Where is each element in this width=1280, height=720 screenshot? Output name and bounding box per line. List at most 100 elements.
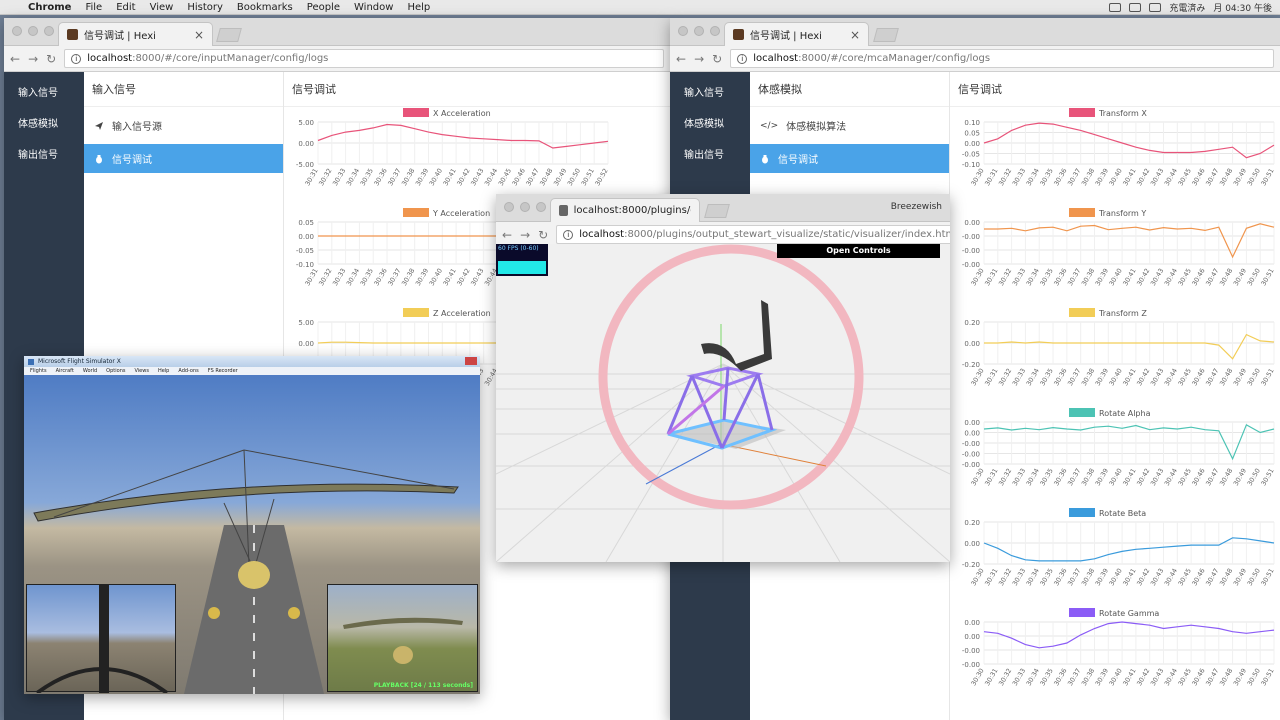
fs-menu-flights[interactable]: Flights bbox=[30, 368, 47, 374]
back-icon[interactable]: ← bbox=[502, 228, 512, 242]
left-toolbar: ← → ↻ i localhost:8000/#/core/inputManag… bbox=[4, 46, 670, 72]
close-tab-icon[interactable]: × bbox=[850, 28, 860, 42]
fs-menu-views[interactable]: Views bbox=[134, 368, 148, 374]
left-address-bar[interactable]: i localhost:8000/#/core/inputManager/con… bbox=[64, 49, 664, 68]
fs-menu-options[interactable]: Options bbox=[106, 368, 125, 374]
chart-rotate-beta: Rotate Beta 0.20 0.00 -0.20 30:30 30:31 30:32 3… bbox=[950, 506, 1280, 605]
legend-swatch bbox=[403, 108, 429, 117]
y-tick-label: -0.05 bbox=[296, 247, 314, 255]
fs-cockpit-view[interactable] bbox=[26, 584, 176, 694]
menu-help[interactable]: Help bbox=[407, 2, 430, 13]
fs-close-button[interactable] bbox=[465, 357, 477, 365]
line-chart: Rotate Gamma0.000.00-0.00-0.0030:3030:31… bbox=[962, 608, 1276, 687]
fs-menu-recorder[interactable]: FS Recorder bbox=[208, 368, 238, 374]
minimize-window-button[interactable] bbox=[520, 202, 530, 212]
fps-meter[interactable]: 60 FPS (0-60) bbox=[496, 244, 548, 276]
nav-item-output[interactable]: 输出信号 bbox=[670, 138, 750, 169]
sub-item-label: 信号调试 bbox=[778, 155, 818, 166]
sub-item-signal-debug[interactable]: 信号调试 bbox=[84, 144, 283, 173]
sub-item-input-source[interactable]: 输入信号源 bbox=[84, 111, 283, 140]
fs-menu-addons[interactable]: Add-ons bbox=[178, 368, 198, 374]
nav-item-output[interactable]: 输出信号 bbox=[4, 138, 84, 169]
info-icon[interactable]: i bbox=[71, 53, 82, 64]
menu-edit[interactable]: Edit bbox=[116, 2, 135, 13]
legend-swatch bbox=[1069, 408, 1095, 417]
new-tab-button[interactable] bbox=[216, 28, 242, 42]
right-titlebar: 信号调试 | Hexi × bbox=[670, 18, 1280, 46]
info-icon[interactable]: i bbox=[737, 53, 748, 64]
info-icon[interactable]: i bbox=[563, 229, 574, 240]
sub-item-signal-debug[interactable]: 信号调试 bbox=[750, 144, 949, 173]
menu-bookmarks[interactable]: Bookmarks bbox=[237, 2, 293, 13]
battery-icon[interactable] bbox=[1149, 2, 1162, 12]
fs-viewport[interactable]: PLAYBACK [24 / 113 seconds] bbox=[24, 375, 480, 694]
menu-history[interactable]: History bbox=[187, 2, 223, 13]
legend-swatch bbox=[403, 308, 429, 317]
reload-icon[interactable]: ↻ bbox=[712, 52, 722, 66]
legend-swatch bbox=[403, 208, 429, 217]
zoom-window-button[interactable] bbox=[536, 202, 546, 212]
right-tab[interactable]: 信号调试 | Hexi × bbox=[724, 22, 869, 46]
zoom-window-button[interactable] bbox=[44, 26, 54, 36]
chart-rotate-gamma: Rotate Gamma 0.00 0.00 -0.00 -0.00 30:30 30:31… bbox=[950, 606, 1280, 705]
menu-people[interactable]: People bbox=[307, 2, 340, 13]
menu-view[interactable]: View bbox=[150, 2, 174, 13]
send-icon bbox=[95, 121, 103, 130]
fs-spot-view[interactable]: PLAYBACK [24 / 113 seconds] bbox=[327, 584, 478, 692]
viz-address-bar[interactable]: i localhost:8000/plugins/output_stewart_… bbox=[556, 225, 950, 244]
close-window-button[interactable] bbox=[504, 202, 514, 212]
status-tray-icon[interactable] bbox=[1109, 2, 1122, 12]
nav-item-motion[interactable]: 体感模拟 bbox=[4, 107, 84, 138]
new-tab-button[interactable] bbox=[873, 28, 899, 42]
stewart-visualizer-canvas[interactable]: 60 FPS (0-60) Open Controls bbox=[496, 244, 950, 562]
x-tick-label: 30:51 bbox=[1259, 567, 1275, 587]
menu-window[interactable]: Window bbox=[354, 2, 393, 13]
wifi-icon[interactable] bbox=[1129, 2, 1142, 12]
forward-icon[interactable]: → bbox=[520, 228, 530, 242]
back-icon[interactable]: ← bbox=[10, 52, 20, 66]
back-icon[interactable]: ← bbox=[676, 52, 686, 66]
right-toolbar: ← → ↻ i localhost:8000/#/core/mcaManager… bbox=[670, 46, 1280, 72]
legend-label: Transform Z bbox=[1098, 309, 1147, 318]
reload-icon[interactable]: ↻ bbox=[46, 52, 56, 66]
nav-item-motion[interactable]: 体感模拟 bbox=[670, 107, 750, 138]
forward-icon[interactable]: → bbox=[694, 52, 704, 66]
close-window-button[interactable] bbox=[678, 26, 688, 36]
y-tick-label: -0.00 bbox=[962, 647, 980, 655]
forward-icon[interactable]: → bbox=[28, 52, 38, 66]
menu-file[interactable]: File bbox=[85, 2, 102, 13]
line-chart: Rotate Beta0.200.00-0.2030:3030:3130:323… bbox=[962, 508, 1276, 587]
menubar-clock[interactable]: 月 04:30 午後 bbox=[1213, 1, 1272, 14]
reload-icon[interactable]: ↻ bbox=[538, 228, 548, 242]
chart-x-acceleration: X Acceleration 5.00 0.00 -5.00 30:31 30:32 30:… bbox=[284, 106, 614, 205]
page-title: 信号调试 bbox=[950, 72, 1280, 107]
left-wheel bbox=[208, 607, 220, 619]
fs-menu-aircraft[interactable]: Aircraft bbox=[56, 368, 74, 374]
url-host: localhost bbox=[579, 229, 625, 240]
open-controls-button[interactable]: Open Controls bbox=[777, 244, 940, 258]
viz-tab[interactable]: localhost:8000/plugins/output bbox=[550, 198, 700, 222]
sub-item-motion-algorithm[interactable]: </> 体感模拟算法 bbox=[750, 111, 949, 140]
nav-item-input[interactable]: 输入信号 bbox=[670, 76, 750, 107]
hexi-favicon-icon bbox=[733, 29, 744, 40]
new-tab-button[interactable] bbox=[704, 204, 730, 218]
y-tick-label: 0.10 bbox=[964, 119, 980, 127]
right-address-bar[interactable]: i localhost:8000/#/core/mcaManager/confi… bbox=[730, 49, 1274, 68]
series-line bbox=[983, 537, 1275, 562]
y-tick-label: 0.00 bbox=[964, 419, 980, 427]
x-tick-label: 30:51 bbox=[1259, 267, 1275, 287]
zoom-window-button[interactable] bbox=[710, 26, 720, 36]
nav-item-input[interactable]: 输入信号 bbox=[4, 76, 84, 107]
fs-menu-help[interactable]: Help bbox=[158, 368, 169, 374]
line-chart: Rotate Alpha0.000.00-0.00-0.00-0.0030:30… bbox=[962, 408, 1276, 487]
profile-name[interactable]: Breezewish bbox=[891, 202, 942, 212]
close-window-button[interactable] bbox=[12, 26, 22, 36]
menu-app[interactable]: Chrome bbox=[28, 2, 71, 13]
legend-label: Y Acceleration bbox=[432, 209, 490, 218]
close-tab-icon[interactable]: × bbox=[194, 28, 204, 42]
left-tab[interactable]: 信号调试 | Hexi × bbox=[58, 22, 213, 46]
minimize-window-button[interactable] bbox=[694, 26, 704, 36]
fs-menu-world[interactable]: World bbox=[83, 368, 97, 374]
minimize-window-button[interactable] bbox=[28, 26, 38, 36]
right-tab-title: 信号调试 | Hexi bbox=[750, 31, 822, 42]
